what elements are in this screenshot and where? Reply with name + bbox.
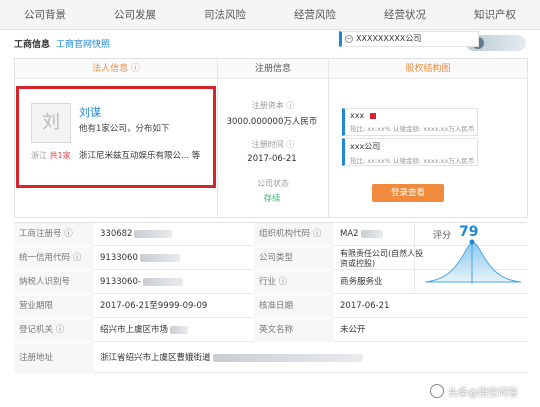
- divider: [217, 59, 218, 217]
- section-header: 工商信息 工商官网快照: [14, 36, 110, 50]
- label-industry: 行业 ⓘ: [254, 271, 334, 294]
- tab-business-status[interactable]: 经营状况: [360, 0, 450, 29]
- label-english-name: 英文名称: [254, 319, 334, 342]
- score-point: [469, 239, 475, 245]
- date-value: 2017-06-21: [247, 154, 297, 164]
- tab-business-risk[interactable]: 经营风险: [270, 0, 360, 29]
- equity-root-node[interactable]: − XXXXXXXXX公司: [339, 31, 479, 47]
- capital-label: 注册资本 ⓘ: [251, 101, 295, 110]
- date-label: 注册时间 ⓘ: [251, 140, 295, 149]
- label-registered-address: 注册地址: [14, 343, 94, 373]
- label-org-code: 组织机构代码 ⓘ: [254, 223, 334, 246]
- snapshot-link[interactable]: 工商官网快照: [56, 37, 110, 50]
- tab-company-development[interactable]: 公司发展: [90, 0, 180, 29]
- equity-root-name: XXXXXXXXX公司: [356, 34, 422, 43]
- value-reg-number: 330682: [94, 223, 254, 246]
- highlight-box: [16, 86, 216, 188]
- label-company-type: 公司类型: [254, 247, 334, 270]
- value-business-term: 2017-06-21至9999-09-09: [100, 301, 208, 311]
- value-english-name: 未公开: [340, 325, 366, 335]
- login-view-button[interactable]: 登录查看: [372, 184, 444, 202]
- label-approval-date: 核准日期: [254, 295, 334, 318]
- label-reg-number: 工商注册号 ⓘ: [14, 223, 94, 246]
- divider: [328, 59, 329, 217]
- legal-person-header: 法人信息 ⓘ: [15, 59, 217, 79]
- company-info-page: 公司背景 公司发展 司法风险 经营风险 经营状况 知识产权 工商信息 工商官网快…: [0, 0, 540, 407]
- value-taxpayer-id: 9133060-: [94, 271, 254, 294]
- equity-shareholder[interactable]: xxx公司 投比: xx.xx% 认缴金额: xxxx.xx万人民币: [342, 138, 478, 166]
- label-credit-code: 统一信用代码 ⓘ: [14, 247, 94, 270]
- tab-legal-risk[interactable]: 司法风险: [180, 0, 270, 29]
- label-business-term: 营业期限: [14, 295, 94, 318]
- tab-intellectual-property[interactable]: 知识产权: [450, 0, 540, 29]
- table-row: 营业期限 2017-06-21至9999-09-09 核准日期 2017-06-…: [14, 295, 528, 318]
- tab-company-background[interactable]: 公司背景: [0, 0, 90, 29]
- status-value: 存续: [263, 194, 281, 204]
- status-label: 公司状态: [257, 179, 289, 188]
- shareholder-stake: 投比: xx.xx% 认缴金额: xxxx.xx万人民币: [350, 125, 475, 133]
- score-label: 评分: [433, 231, 452, 241]
- shareholder-name: xxx: [350, 111, 365, 120]
- shareholder-name: xxx公司: [350, 142, 381, 151]
- value-registration-authority: 绍兴市上虞区市场: [94, 319, 254, 342]
- value-org-code: MA2: [334, 223, 414, 246]
- register-info-header: 注册信息: [218, 59, 328, 79]
- shareholder-stake: 投比: xx.xx% 认缴金额: xxxx.xx万人民币: [350, 157, 475, 165]
- distribution-curve: [424, 242, 522, 283]
- equity-shareholder[interactable]: xxx 投比: xx.xx% 认缴金额: xxxx.xx万人民币: [342, 108, 478, 136]
- collapse-icon[interactable]: −: [345, 35, 353, 43]
- watermark-logo: [430, 384, 444, 398]
- score-panel: 评分 79: [414, 222, 528, 291]
- equity-structure-header[interactable]: 股权结构图: [329, 59, 527, 79]
- watermark: 头条@悟空问答: [448, 388, 518, 399]
- value-registered-address: 浙江省绍兴市上虞区曹娥街道: [94, 343, 528, 373]
- label-registration-authority: 登记机关 ⓘ: [14, 319, 94, 342]
- score-value: 79: [459, 224, 479, 240]
- table-row: 注册地址 浙江省绍兴市上虞区曹娥街道: [14, 343, 528, 373]
- value-approval-date: 2017-06-21: [340, 301, 390, 311]
- section-title: 工商信息: [14, 39, 51, 50]
- value-credit-code: 9133060: [94, 247, 254, 270]
- person-icon: [370, 112, 377, 119]
- table-row: 登记机关 ⓘ 绍兴市上虞区市场 英文名称 未公开: [14, 319, 528, 342]
- tab-bar: 公司背景 公司发展 司法风险 经营风险 经营状况 知识产权: [0, 0, 540, 30]
- label-taxpayer-id: 纳税人识别号: [14, 271, 94, 294]
- capital-value: 3000.000000万人民币: [226, 117, 318, 127]
